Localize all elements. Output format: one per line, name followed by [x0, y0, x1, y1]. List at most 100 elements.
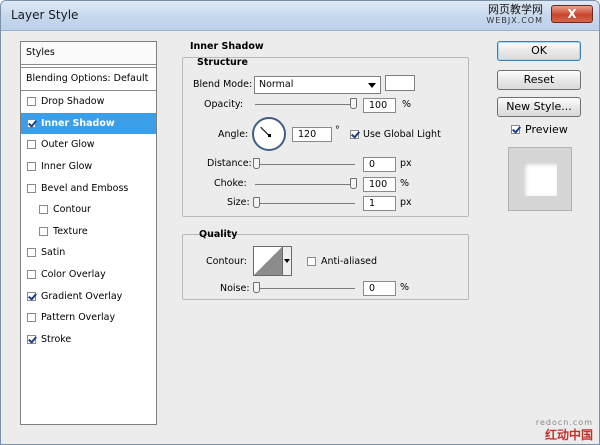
styles-header[interactable]: Styles [21, 42, 156, 65]
style-item-checkbox[interactable] [39, 205, 48, 215]
use-global-light-checkbox[interactable] [350, 130, 359, 139]
style-item-satin[interactable]: Satin [21, 242, 156, 264]
angle-input[interactable]: 120 [292, 127, 332, 142]
distance-label: Distance: [207, 158, 252, 169]
style-item-pattern-overlay[interactable]: Pattern Overlay [21, 307, 156, 329]
angle-dial[interactable] [252, 117, 286, 151]
size-label: Size: [227, 197, 250, 208]
style-item-gradient-overlay[interactable]: Gradient Overlay [21, 285, 156, 307]
style-item-label: Outer Glow [41, 139, 95, 151]
watermark-top-line1: 网页教学网 [488, 3, 543, 16]
choke-unit: % [400, 178, 410, 189]
chevron-down-icon [284, 259, 290, 263]
choke-slider-thumb[interactable] [350, 178, 357, 189]
styles-panel: Styles Blending Options: Default Drop Sh… [20, 41, 157, 425]
style-item-drop-shadow[interactable]: Drop Shadow [21, 91, 156, 113]
choke-slider[interactable] [255, 184, 355, 185]
anti-aliased-label: Anti-aliased [321, 256, 378, 267]
style-item-inner-shadow[interactable]: Inner Shadow [21, 112, 156, 135]
contour-picker[interactable] [253, 246, 283, 276]
style-item-texture[interactable]: Texture [21, 221, 156, 243]
distance-slider-thumb[interactable] [253, 158, 260, 169]
layer-style-dialog: Layer Style 网页教学网 WEBJX.COM X Styles Ble… [0, 0, 600, 445]
style-item-checkbox[interactable] [27, 270, 36, 280]
size-slider[interactable] [255, 203, 355, 204]
noise-label: Noise: [220, 283, 250, 294]
noise-slider[interactable] [255, 288, 355, 289]
style-item-checkbox[interactable] [27, 313, 36, 323]
style-item-label: Pattern Overlay [41, 312, 116, 324]
structure-title: Structure [197, 57, 248, 68]
style-item-label: Gradient Overlay [41, 290, 123, 302]
style-item-contour[interactable]: Contour [21, 199, 156, 221]
use-global-light-label: Use Global Light [363, 129, 441, 140]
noise-unit: % [400, 282, 410, 293]
shadow-color-swatch[interactable] [385, 75, 415, 91]
contour-curve-icon [254, 247, 282, 275]
opacity-slider-thumb[interactable] [350, 98, 357, 109]
new-style-button[interactable]: New Style... [497, 97, 581, 117]
style-item-label: Inner Glow [41, 161, 93, 173]
noise-input[interactable]: 0 [363, 281, 396, 296]
style-item-checkbox[interactable] [27, 140, 36, 150]
opacity-unit: % [402, 99, 412, 110]
opacity-input[interactable]: 100 [363, 98, 396, 113]
opacity-label: Opacity: [204, 99, 244, 110]
style-list: Drop Shadow Inner Shadow Outer Glow Inner G… [21, 91, 156, 350]
style-item-bevel-and-emboss[interactable]: Bevel and Emboss [21, 177, 156, 199]
anti-aliased-checkbox[interactable] [307, 257, 316, 266]
choke-label: Choke: [214, 178, 247, 189]
size-input[interactable]: 1 [363, 196, 396, 211]
distance-slider[interactable] [255, 164, 355, 165]
style-item-inner-glow[interactable]: Inner Glow [21, 156, 156, 178]
size-slider-thumb[interactable] [253, 197, 260, 208]
preview-checkbox[interactable] [511, 125, 520, 134]
style-item-label: Stroke [41, 333, 72, 345]
watermark-top-line2: WEBJX.COM [486, 16, 543, 25]
style-item-checkbox[interactable] [39, 226, 48, 236]
style-item-label: Satin [41, 247, 66, 259]
style-item-checkbox[interactable] [27, 97, 36, 107]
style-item-checkbox[interactable] [27, 183, 36, 193]
style-item-label: Drop Shadow [41, 96, 105, 108]
style-item-label: Texture [53, 225, 88, 237]
contour-dropdown[interactable] [283, 246, 292, 276]
angle-dial-center [268, 134, 271, 137]
blend-mode-label: Blend Mode: [193, 79, 253, 90]
close-button[interactable]: X [551, 5, 593, 23]
watermark-top: 网页教学网 WEBJX.COM [486, 4, 543, 26]
style-item-checkbox[interactable] [27, 118, 36, 128]
style-preview-thumbnail [508, 147, 572, 211]
choke-input[interactable]: 100 [363, 177, 396, 192]
style-item-color-overlay[interactable]: Color Overlay [21, 264, 156, 286]
style-item-outer-glow[interactable]: Outer Glow [21, 134, 156, 156]
style-item-label: Color Overlay [41, 269, 106, 281]
style-item-checkbox[interactable] [27, 291, 36, 301]
blend-mode-select[interactable]: Normal [254, 76, 381, 94]
style-item-label: Contour [53, 204, 91, 216]
style-item-checkbox[interactable] [27, 248, 36, 258]
style-item-checkbox[interactable] [27, 334, 36, 344]
watermark-bottom: redocn.com 红动中国 [536, 417, 593, 441]
angle-unit: ° [335, 125, 340, 136]
window-title: Layer Style [11, 8, 79, 22]
style-item-checkbox[interactable] [27, 162, 36, 172]
noise-slider-thumb[interactable] [253, 282, 260, 293]
close-icon: X [567, 7, 577, 21]
chevron-down-icon [368, 83, 376, 88]
opacity-slider[interactable] [255, 104, 355, 105]
distance-unit: px [400, 158, 412, 169]
blend-mode-value: Normal [259, 79, 294, 90]
reset-button[interactable]: Reset [497, 70, 581, 90]
style-item-label: Inner Shadow [41, 117, 115, 129]
blending-options-item[interactable]: Blending Options: Default [21, 67, 156, 91]
distance-input[interactable]: 0 [363, 157, 396, 172]
ok-button[interactable]: OK [497, 41, 581, 61]
style-preview-swatch [523, 162, 557, 196]
style-item-label: Bevel and Emboss [41, 182, 129, 194]
quality-title: Quality [199, 229, 238, 240]
watermark-bottom-line2: 红动中国 [544, 428, 593, 442]
style-item-stroke[interactable]: Stroke [21, 329, 156, 351]
inner-shadow-title: Inner Shadow [190, 41, 264, 52]
size-unit: px [400, 197, 412, 208]
